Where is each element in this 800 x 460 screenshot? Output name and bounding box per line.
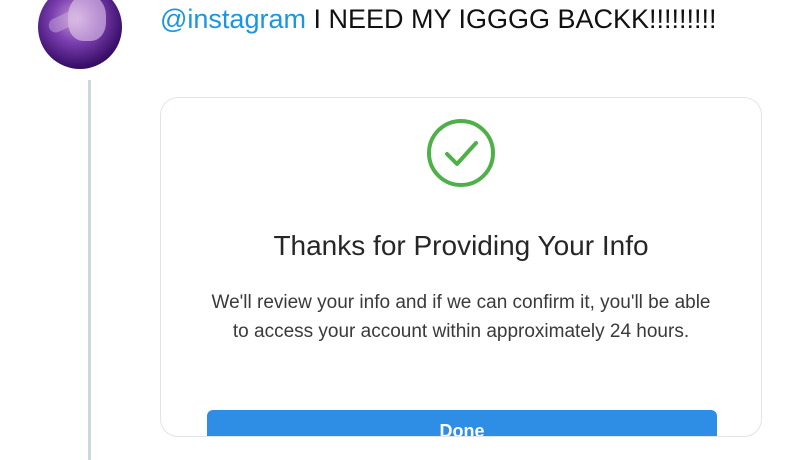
thread-line: [88, 80, 91, 460]
check-circle-icon: [427, 119, 495, 187]
tweet-text: @instagram I NEED MY IGGGG BACKK!!!!!!!!…: [160, 0, 760, 38]
card-body: We'll review your info and if we can con…: [211, 292, 711, 342]
card-title: Thanks for Providing Your Info: [273, 230, 649, 261]
confirmation-card: Thanks for Providing Your Info We'll rev…: [160, 97, 762, 437]
avatar[interactable]: [38, 0, 122, 69]
tweet-body: I NEED MY IGGGG BACKK!!!!!!!!!: [305, 4, 717, 34]
done-button[interactable]: Done: [207, 410, 717, 436]
mention-link[interactable]: @instagram: [160, 4, 306, 34]
